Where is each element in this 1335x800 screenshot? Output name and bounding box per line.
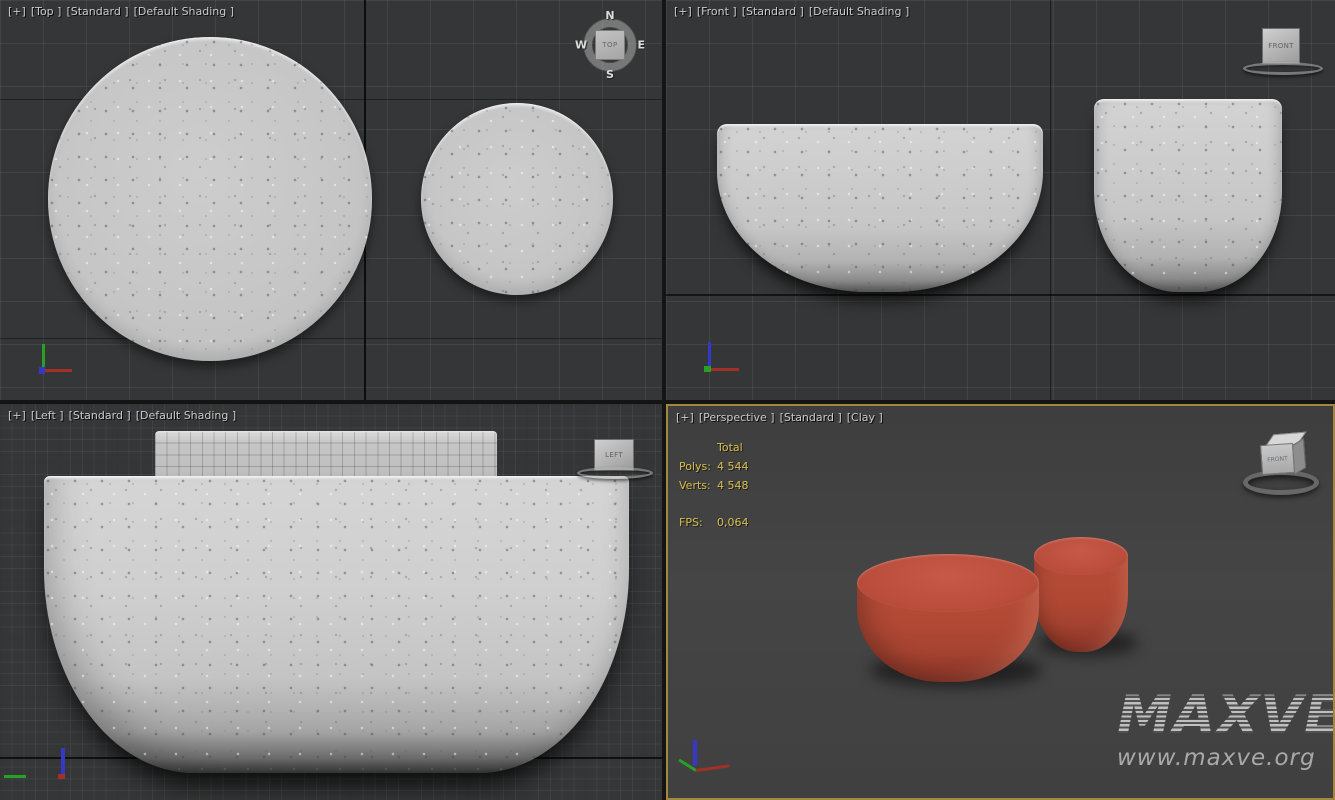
planter-small-top-view[interactable] (421, 103, 613, 295)
stats-total-header: Total (717, 441, 743, 454)
viewport-label-front: [+] [Front ] [Standard ] [Default Shadin… (674, 5, 909, 18)
planter-small-left-view[interactable] (155, 431, 497, 479)
viewport-menu-general[interactable]: [+] (8, 409, 26, 422)
viewport-menu-shading[interactable]: [Default Shading ] (136, 409, 236, 422)
viewcube-face-top[interactable]: TOP (595, 30, 625, 60)
stats-verts-value: 4 548 (717, 479, 749, 492)
planter-small-front-view[interactable] (1094, 99, 1282, 292)
viewcube-ring-icon[interactable] (577, 467, 653, 479)
viewport-menu-renderer[interactable]: [Standard ] (742, 5, 804, 18)
compass-north-label[interactable]: N (605, 9, 614, 22)
grid-origin-axis-y (0, 338, 662, 339)
viewport-menu-shading[interactable]: [Default Shading ] (809, 5, 909, 18)
viewport-menu-renderer[interactable]: [Standard ] (66, 5, 128, 18)
planter-large-top-view[interactable] (48, 37, 372, 361)
viewport-top[interactable]: [+] [Top ] [Standard ] [Default Shading … (0, 0, 662, 400)
stats-polys-label: Polys: (679, 457, 717, 476)
planter-large-left-view[interactable] (44, 476, 629, 773)
viewport-menu-renderer[interactable]: [Standard ] (780, 411, 842, 424)
viewport-label-perspective: [+] [Perspective ] [Standard ] [Clay ] (676, 411, 883, 424)
clay-planter-small-top[interactable] (1034, 537, 1128, 575)
viewport-front[interactable]: [+] [Front ] [Standard ] [Default Shadin… (666, 0, 1335, 400)
clay-planter-small[interactable] (1034, 537, 1128, 655)
viewport-menu-pov[interactable]: [Left ] (31, 409, 64, 422)
viewcube-3d[interactable]: FRONT (1240, 428, 1328, 504)
grid-origin-axis-x (666, 294, 1335, 296)
clay-planter-large-top[interactable] (857, 554, 1039, 612)
viewport-label-top: [+] [Top ] [Standard ] [Default Shading … (8, 5, 234, 18)
viewport-menu-pov[interactable]: [Front ] (697, 5, 737, 18)
viewport-menu-shading[interactable]: [Default Shading ] (134, 5, 234, 18)
viewcube[interactable]: FRONT (1241, 26, 1331, 78)
viewcube-face-front[interactable]: FRONT (1260, 443, 1295, 475)
stats-fps-label: FPS: (679, 513, 717, 532)
watermark-url: www.maxve.org (1117, 745, 1334, 771)
viewcube-compass[interactable]: TOP N E S W (577, 12, 643, 78)
viewport-statistics: Total Polys:4 544 Verts:4 548 FPS:0,064 (679, 438, 749, 532)
viewport-menu-general[interactable]: [+] (674, 5, 692, 18)
grid-origin-axis-z (1050, 0, 1051, 400)
stats-verts-label: Verts: (679, 476, 717, 495)
stats-polys-value: 4 544 (717, 460, 749, 473)
viewcube-face-front[interactable]: FRONT (1262, 28, 1300, 64)
viewport-label-left: [+] [Left ] [Standard ] [Default Shading… (8, 409, 236, 422)
viewport-menu-general[interactable]: [+] (676, 411, 694, 424)
viewport-menu-shading[interactable]: [Clay ] (847, 411, 883, 424)
viewcube[interactable]: LEFT (574, 437, 662, 485)
axis-tripod-icon (676, 736, 760, 796)
compass-west-label[interactable]: W (575, 39, 587, 52)
viewcube-ring-icon[interactable] (1243, 62, 1323, 75)
viewport-menu-pov[interactable]: [Top ] (31, 5, 62, 18)
compass-south-label[interactable]: S (606, 68, 614, 81)
viewport-menu-pov[interactable]: [Perspective ] (699, 411, 775, 424)
watermark: MAXVE www.maxve.org (1117, 689, 1334, 771)
viewport-left[interactable]: [+] [Left ] [Standard ] [Default Shading… (0, 404, 662, 800)
watermark-brand: MAXVE (1117, 689, 1335, 742)
clay-planter-large[interactable] (857, 554, 1039, 686)
stats-fps-value: 0,064 (717, 516, 749, 529)
viewport-perspective-active[interactable]: [+] [Perspective ] [Standard ] [Clay ] T… (666, 404, 1335, 800)
viewport-menu-renderer[interactable]: [Standard ] (69, 409, 131, 422)
max-viewport-layout: [+] [Top ] [Standard ] [Default Shading … (0, 0, 1335, 800)
compass-east-label[interactable]: E (637, 39, 645, 52)
viewport-menu-general[interactable]: [+] (8, 5, 26, 18)
